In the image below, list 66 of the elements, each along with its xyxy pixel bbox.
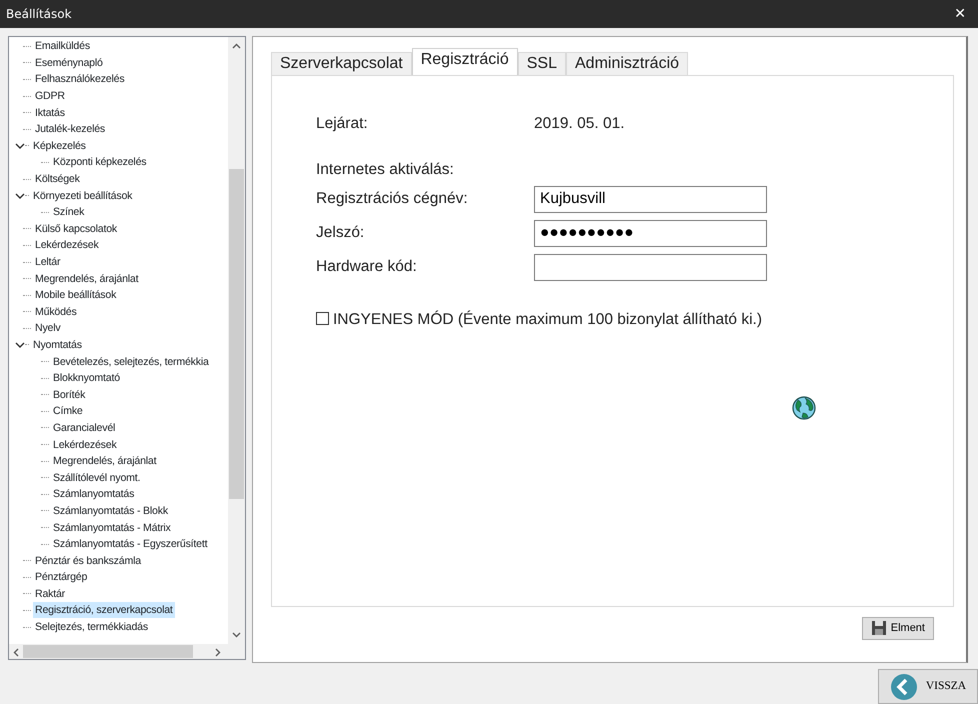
tree-item[interactable]: Megrendelés, árajánlat bbox=[51, 453, 158, 470]
scrollbar-thumb[interactable] bbox=[23, 645, 193, 658]
tree-item[interactable]: Nyelv bbox=[33, 320, 62, 336]
chevron-down-icon[interactable] bbox=[15, 140, 25, 151]
tree-item[interactable]: Pénztárgép bbox=[33, 569, 90, 586]
scrollbar-thumb[interactable] bbox=[229, 169, 244, 499]
tree-item[interactable]: Leltár bbox=[33, 254, 62, 270]
section-label: Internetes aktiválás: bbox=[316, 161, 454, 178]
tree-item[interactable]: Boríték bbox=[51, 386, 88, 403]
tree-item[interactable]: Számlanyomtatás - Blokk bbox=[51, 502, 170, 519]
tree-item[interactable]: Szállítólevél nyomt. bbox=[51, 470, 142, 486]
tree-item[interactable]: Emailküldés bbox=[33, 38, 92, 54]
tree-item[interactable]: Működés bbox=[33, 304, 79, 320]
save-button[interactable]: Elment bbox=[862, 617, 934, 640]
chevron-down-icon[interactable] bbox=[15, 340, 25, 350]
tree-item[interactable]: Környezeti beállítások bbox=[31, 188, 134, 204]
free-mode-checkbox[interactable]: INGYENES MÓD (Évente maximum 100 bizonylat állítható ki.) bbox=[316, 311, 762, 328]
tree-item[interactable]: Nyomtatás bbox=[31, 336, 84, 353]
globe-icon[interactable] bbox=[792, 396, 816, 420]
tree-item[interactable]: Lekérdezések bbox=[51, 436, 119, 453]
tree-item[interactable]: Külső kapcsolatok bbox=[33, 220, 119, 237]
scroll-up-icon[interactable] bbox=[232, 43, 241, 49]
window-title: Beállítások bbox=[6, 6, 72, 23]
expiry-date: 2019. 05. 01. bbox=[534, 114, 624, 134]
vertical-scrollbar[interactable] bbox=[228, 37, 245, 644]
tree-item[interactable]: Számlanyomtatás - Mátrix bbox=[51, 520, 173, 536]
tree-item[interactable]: Pénztár és bankszámla bbox=[33, 552, 143, 569]
tree-item[interactable]: Költségek bbox=[33, 171, 82, 188]
tree-item[interactable]: Raktár bbox=[33, 586, 68, 602]
back-button[interactable]: VISSZA bbox=[878, 669, 978, 704]
tab[interactable]: Adminisztráció bbox=[566, 52, 688, 75]
input-field[interactable]: ●●●●●●●●●● bbox=[534, 220, 767, 246]
tree-item[interactable]: Számlanyomtatás - Egyszerűsített bbox=[51, 536, 210, 552]
scroll-left-icon[interactable] bbox=[13, 648, 19, 657]
scroll-right-icon[interactable] bbox=[215, 648, 221, 657]
tree-item[interactable]: Felhasználókezelés bbox=[33, 71, 126, 88]
tree-item[interactable]: Képkezelés bbox=[31, 138, 88, 154]
tree-item[interactable]: Központi képkezelés bbox=[51, 154, 148, 170]
field-label: Regisztrációs cégnév: bbox=[316, 189, 469, 210]
field-label: Jelszó: bbox=[316, 223, 366, 244]
tree-item[interactable]: Címke bbox=[51, 403, 85, 420]
field-label: Lejárat: bbox=[316, 114, 369, 134]
tree-item[interactable]: Bevételezés, selejtezés, termékkia bbox=[51, 354, 211, 370]
field-label: Hardware kód: bbox=[316, 257, 418, 278]
tree-item[interactable]: Iktatás bbox=[33, 104, 67, 121]
tree-item[interactable]: Selejtezés, termékkiadás bbox=[33, 619, 150, 636]
tree-item[interactable]: Jutalék-kezelés bbox=[33, 121, 108, 138]
tree-item[interactable]: Blokknyomtató bbox=[51, 370, 122, 386]
tab[interactable]: Szerverkapcsolat bbox=[271, 52, 412, 75]
tree-item[interactable]: Regisztráció, szerverkapcsolat bbox=[33, 602, 175, 618]
tree-item[interactable]: Színek bbox=[51, 204, 86, 220]
tree-item[interactable]: Számlanyomtatás bbox=[51, 486, 136, 502]
tree-item[interactable]: Mobile beállítások bbox=[33, 287, 118, 304]
tree-item[interactable]: Eseménynapló bbox=[33, 54, 105, 71]
tree-item[interactable]: Megrendelés, árajánlat bbox=[33, 270, 140, 287]
tree-item[interactable]: Lekérdezések bbox=[33, 237, 101, 254]
close-button[interactable]: ✕ bbox=[948, 4, 972, 24]
input-field[interactable]: Kujbusvill bbox=[534, 186, 767, 212]
chevron-down-icon[interactable] bbox=[15, 190, 25, 201]
tab[interactable]: SSL bbox=[518, 52, 566, 75]
tree-item[interactable]: Garancialevél bbox=[51, 420, 118, 436]
input-field[interactable] bbox=[534, 254, 767, 280]
tab[interactable]: Regisztráció bbox=[412, 48, 518, 75]
scroll-down-icon[interactable] bbox=[232, 632, 241, 638]
horizontal-scrollbar[interactable] bbox=[9, 644, 245, 659]
tree-item[interactable]: GDPR bbox=[33, 88, 67, 104]
